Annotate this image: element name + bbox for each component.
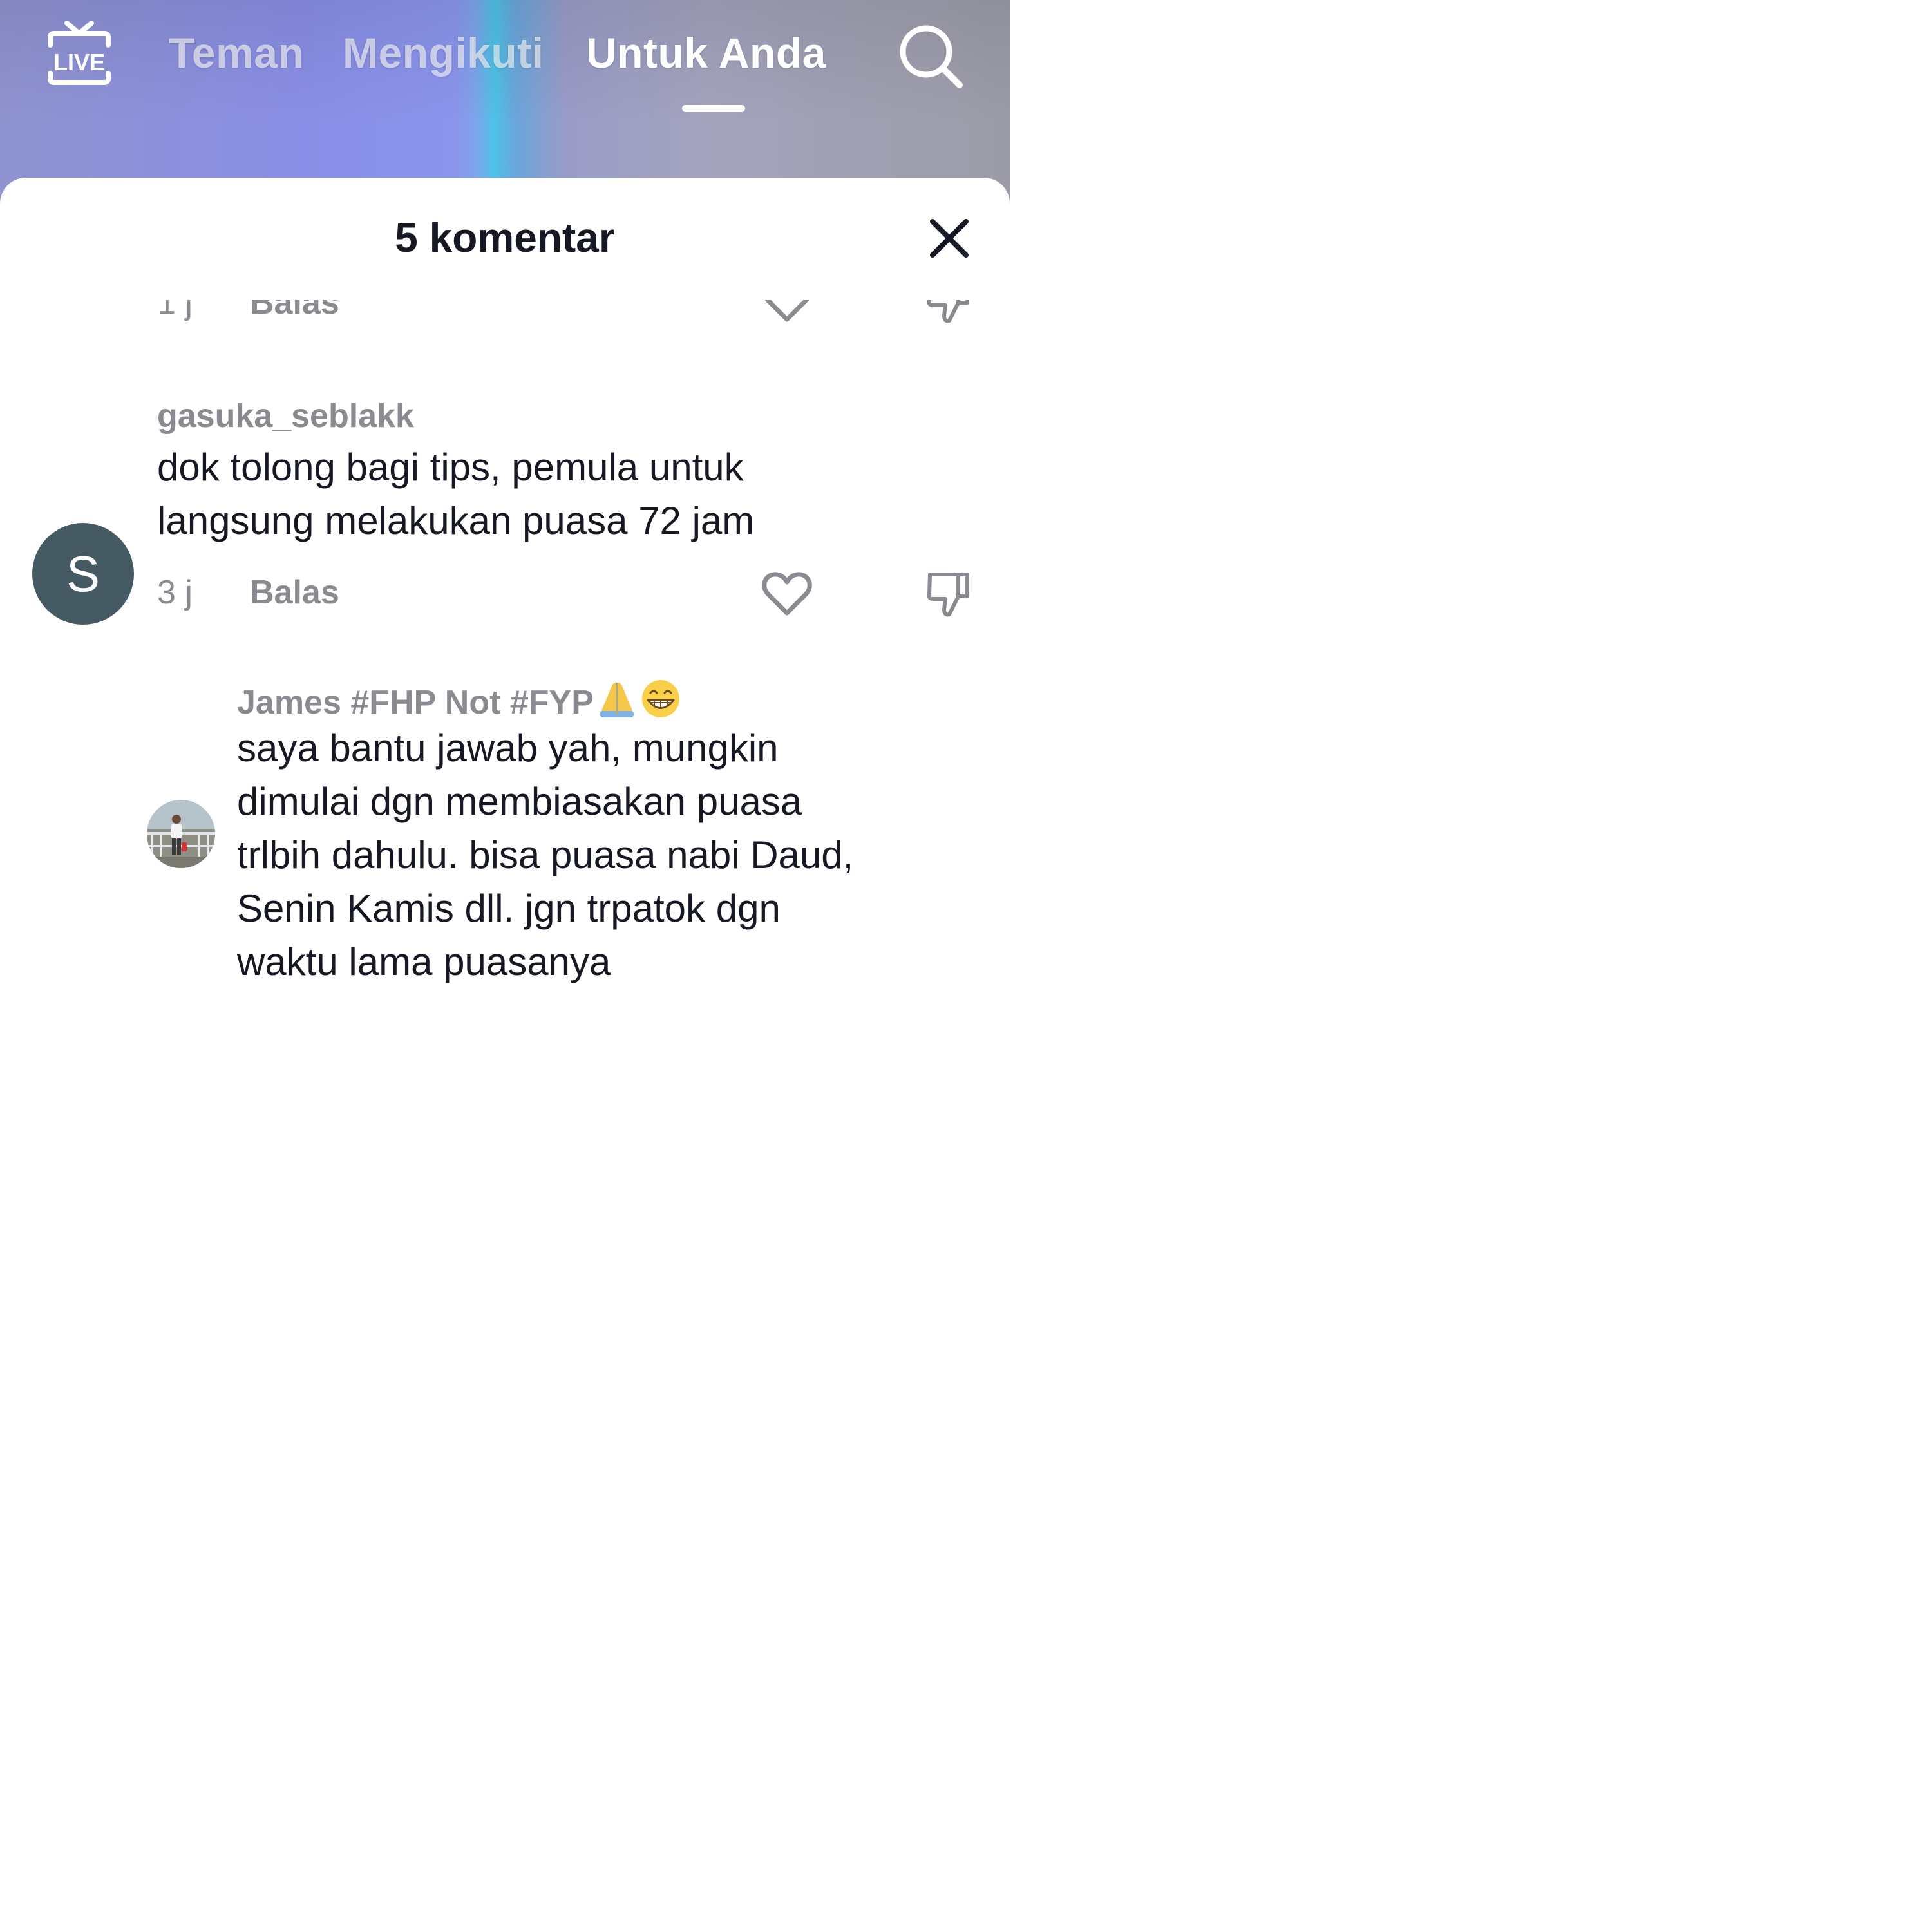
dislike-button[interactable] <box>926 568 972 620</box>
previous-comment-time: 1 j <box>157 300 193 321</box>
thumbs-down-icon <box>927 300 969 323</box>
live-button[interactable]: LIVE <box>45 19 113 89</box>
reply-text-line: dimulai dgn membiasakan puasa <box>237 780 802 823</box>
comments-list[interactable]: 1 j Balas S gasuka_seblakk dok tolong ba… <box>0 300 1010 1005</box>
live-label: LIVE <box>53 49 105 75</box>
thumbs-down-icon <box>927 573 969 617</box>
reply-username-row[interactable]: James #FHP Not #FYP <box>237 679 681 727</box>
reply-text-line: trlbih dahulu. bisa puasa nabi Daud, <box>237 833 854 876</box>
close-button[interactable] <box>925 214 974 263</box>
previous-dislike-button[interactable] <box>926 300 972 326</box>
previous-like-button[interactable] <box>761 300 813 326</box>
like-button[interactable] <box>761 568 813 620</box>
comments-count-title: 5 komentar <box>395 214 615 261</box>
previous-reply-button[interactable]: Balas <box>250 300 339 322</box>
tab-mengikuti[interactable]: Mengikuti <box>343 27 544 79</box>
tiktok-screen: LIVE Teman Mengikuti Untuk Anda 5 koment… <box>0 0 1010 1005</box>
folded-hands-emoji <box>596 679 638 727</box>
tab-untuk-anda[interactable]: Untuk Anda <box>586 27 826 79</box>
comments-sheet: 5 komentar 1 j Balas S gasuka_seblakk do… <box>0 178 1010 1005</box>
reply-username: James #FHP Not #FYP <box>237 684 594 721</box>
grinning-face-emoji <box>640 679 681 727</box>
reply-text-line: waktu lama puasanya <box>237 940 611 983</box>
search-icon <box>900 25 963 88</box>
search-button[interactable] <box>898 23 965 90</box>
heart-icon <box>764 300 810 322</box>
profile-photo <box>147 800 215 868</box>
reply-button[interactable]: Balas <box>250 573 339 612</box>
comment-username[interactable]: gasuka_seblakk <box>157 397 414 435</box>
reply-avatar[interactable] <box>147 800 215 868</box>
avatar[interactable]: S <box>32 523 134 625</box>
comment-time: 3 j <box>157 574 193 611</box>
reply-text-line: Senin Kamis dll. jgn trpatok dgn <box>237 887 781 930</box>
live-tv-icon: LIVE <box>48 21 111 85</box>
comment-text-line: langsung melakukan puasa 72 jam <box>157 499 755 542</box>
reply-text-line: saya bantu jawab yah, mungkin <box>237 726 779 770</box>
tab-teman[interactable]: Teman <box>169 27 304 79</box>
active-tab-indicator <box>682 105 745 112</box>
comment-text-line: dok tolong bagi tips, pemula untuk <box>157 446 744 489</box>
close-icon <box>930 219 969 258</box>
heart-icon <box>762 572 812 616</box>
